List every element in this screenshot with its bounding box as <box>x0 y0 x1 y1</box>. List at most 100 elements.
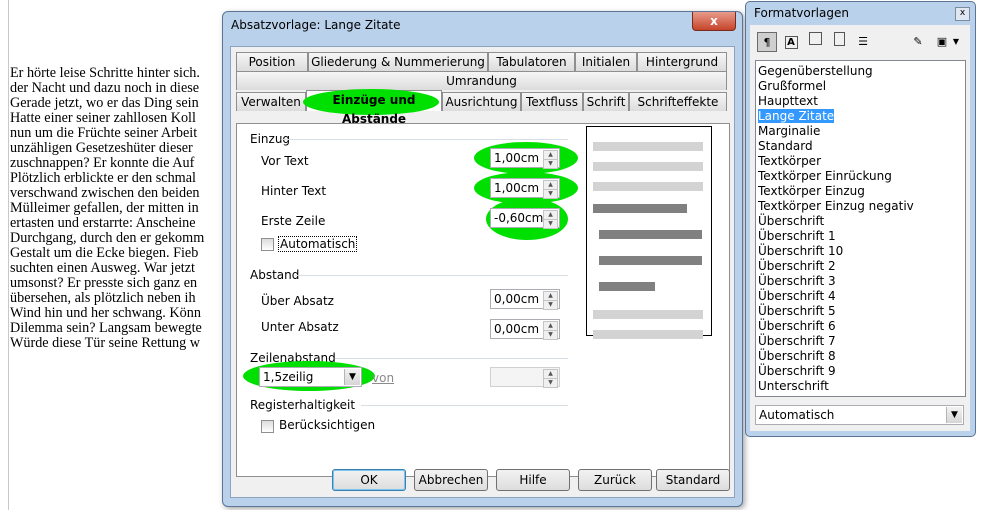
document-line: Wind hin und her schwang. Könn <box>10 305 201 321</box>
tab-schrift[interactable]: Schrift <box>583 92 629 111</box>
ueber-absatz-spinbox[interactable]: 0,00cm ▲ ▼ <box>490 289 560 310</box>
tab-textfluss[interactable]: Textfluss <box>521 92 583 111</box>
list-item[interactable]: Grußformel <box>758 79 826 93</box>
unter-absatz-spinbox[interactable]: 0,00cm ▲ ▼ <box>490 319 560 340</box>
document-line: nun um die Früchte seiner Arbeit <box>10 125 198 141</box>
panel-title: Formatvorlagen <box>754 6 849 20</box>
formatvorlagen-panel: Formatvorlagen x ¶ A ☰ ✎ ▣ ▼ Gegenüberst… <box>745 1 976 437</box>
list-item[interactable]: Textkörper Einzug negativ <box>758 199 914 213</box>
erste-zeile-label: Erste Zeile <box>261 214 326 228</box>
list-item[interactable]: Lange Zitate <box>758 109 835 123</box>
list-item[interactable]: Marginalie <box>758 124 820 138</box>
hilfe-button[interactable]: Hilfe <box>496 469 570 491</box>
abbrechen-button[interactable]: Abbrechen <box>414 469 488 491</box>
list-item[interactable]: Haupttext <box>758 94 818 108</box>
document-line: übersehen, als plötzlich neben ih <box>10 290 196 306</box>
document-line: umsonst? Er presste sich ganz en <box>10 275 198 291</box>
document-line: Würde diese Tür seine Rettung w <box>10 335 201 351</box>
list-item[interactable]: Überschrift 1 <box>758 229 836 243</box>
list-item[interactable]: Überschrift 10 <box>758 244 843 258</box>
list-item[interactable]: Textkörper <box>758 154 821 168</box>
list-item[interactable]: Unterschrift <box>758 379 829 393</box>
automatisch-checkbox[interactable] <box>261 238 274 251</box>
spin-down-icon[interactable]: ▼ <box>543 189 558 199</box>
dialog-title: Absatzvorlage: Lange Zitate <box>231 18 401 32</box>
page-styles-icon[interactable] <box>829 32 849 52</box>
tab-initialen[interactable]: Initialen <box>575 52 637 71</box>
chevron-down-icon[interactable]: ▼ <box>946 407 962 423</box>
tab-schrifteffekte[interactable]: Schrifteffekte <box>629 92 727 111</box>
close-icon[interactable]: x <box>955 7 970 21</box>
document-line: Gestalt um die Ecke biegen. Fieb <box>10 245 199 261</box>
abstand-heading: Abstand <box>250 268 300 282</box>
beruecksichtigen-checkbox[interactable] <box>261 420 274 433</box>
zurueck-button[interactable]: Zurück <box>578 469 652 491</box>
document-line: suchten einen Ausweg. War jetzt <box>10 260 195 276</box>
style-filter-select[interactable]: Automatisch ▼ <box>755 405 964 425</box>
tab-umrandung[interactable]: Umrandung <box>236 71 727 90</box>
dialog-body: Position Gliederung & Nummerierung Tabul… <box>230 46 735 498</box>
tab-verwalten[interactable]: Verwalten <box>236 92 306 111</box>
vor-text-label: Vor Text <box>261 154 309 168</box>
spin-down-icon[interactable]: ▼ <box>543 159 558 169</box>
chevron-down-icon[interactable]: ▼ <box>344 369 360 385</box>
erste-zeile-spinbox[interactable]: -0,60cm ▲ ▼ <box>490 208 560 229</box>
spin-down-icon[interactable]: ▼ <box>543 219 558 229</box>
list-item[interactable]: Textkörper Einzug <box>758 184 865 198</box>
spin-down-icon[interactable]: ▼ <box>543 300 558 310</box>
paragraph-styles-icon[interactable]: ¶ <box>757 32 777 52</box>
list-item[interactable]: Überschrift 6 <box>758 319 836 333</box>
list-item[interactable]: Überschrift 4 <box>758 289 836 303</box>
document-line: Er hörte leise Schritte hinter sich. <box>10 66 200 81</box>
von-spinbox: ▲ ▼ <box>490 367 560 388</box>
character-styles-icon[interactable]: A <box>781 32 801 52</box>
list-item[interactable]: Überschrift 9 <box>758 364 836 378</box>
tab-ausrichtung[interactable]: Ausrichtung <box>442 92 521 111</box>
list-item[interactable]: Überschrift 5 <box>758 304 836 318</box>
tab-position[interactable]: Position <box>236 52 308 71</box>
hinter-text-label: Hinter Text <box>261 184 327 198</box>
zeilenabstand-select[interactable]: 1,5zeilig ▼ <box>259 367 362 387</box>
list-item[interactable]: Textkörper Einrückung <box>758 169 892 183</box>
close-button[interactable]: x <box>692 12 736 31</box>
tab-hintergrund[interactable]: Hintergrund <box>637 52 727 71</box>
new-style-icon[interactable]: ▣ <box>932 32 952 52</box>
standard-button[interactable]: Standard <box>656 469 730 491</box>
list-item[interactable]: Überschrift 3 <box>758 274 836 288</box>
dropdown-arrow-icon[interactable]: ▼ <box>950 32 962 52</box>
document-line: unzähligen Gesetzeshüter dieser <box>10 140 193 156</box>
paragraph-style-dialog: Absatzvorlage: Lange Zitate x Position G… <box>222 11 743 507</box>
divider <box>295 275 568 276</box>
list-item[interactable]: Überschrift <box>758 214 824 228</box>
document-line: Mülleimer gefallen, der mitten in <box>10 200 199 216</box>
hinter-text-spinbox[interactable]: 1,00cm ▲ ▼ <box>490 178 560 199</box>
panel-body: ¶ A ☰ ✎ ▣ ▼ Gegenüberstellung Grußformel H… <box>750 25 970 431</box>
document-text[interactable]: Er hörte leise Schritte hinter sich. der … <box>10 66 230 351</box>
divider <box>361 405 568 406</box>
beruecksichtigen-label: Berücksichtigen <box>279 418 376 432</box>
frame-styles-icon[interactable] <box>805 32 825 52</box>
tab-gliederung-nummerierung[interactable]: Gliederung & Nummerierung <box>308 52 488 71</box>
spin-down-icon[interactable]: ▼ <box>543 330 558 340</box>
document-line: der Nacht und dazu noch in diese <box>10 80 200 96</box>
list-item[interactable]: Gegenüberstellung <box>758 64 873 78</box>
styles-list[interactable]: Gegenüberstellung Grußformel Haupttext Lang… <box>755 60 966 397</box>
tab-tabulatoren[interactable]: Tabulatoren <box>488 52 575 71</box>
ueber-absatz-value: 0,00cm <box>494 292 540 306</box>
list-item[interactable]: Standard <box>758 139 813 153</box>
document-line: Dilemma sein? Langsam bewegte <box>10 320 202 336</box>
fill-format-icon[interactable]: ✎ <box>908 32 928 52</box>
von-label: von <box>372 371 395 385</box>
ok-button[interactable]: OK <box>332 469 406 491</box>
vor-text-spinbox[interactable]: 1,00cm ▲ ▼ <box>490 148 560 169</box>
tab-einzuege-abstaende[interactable]: Einzüge und Abstände <box>303 89 442 126</box>
list-item[interactable]: Überschrift 7 <box>758 334 836 348</box>
document-page-edge <box>8 0 9 510</box>
hinter-text-value: 1,00cm <box>494 181 540 195</box>
list-item[interactable]: Überschrift 2 <box>758 259 836 273</box>
registerhaltigkeit-heading: Registerhaltigkeit <box>250 398 356 412</box>
ueber-absatz-label: Über Absatz <box>261 294 334 308</box>
list-styles-icon[interactable]: ☰ <box>853 32 873 52</box>
document-line: ertasten und erstarrte: Anscheine <box>10 215 196 231</box>
list-item[interactable]: Überschrift 8 <box>758 349 836 363</box>
